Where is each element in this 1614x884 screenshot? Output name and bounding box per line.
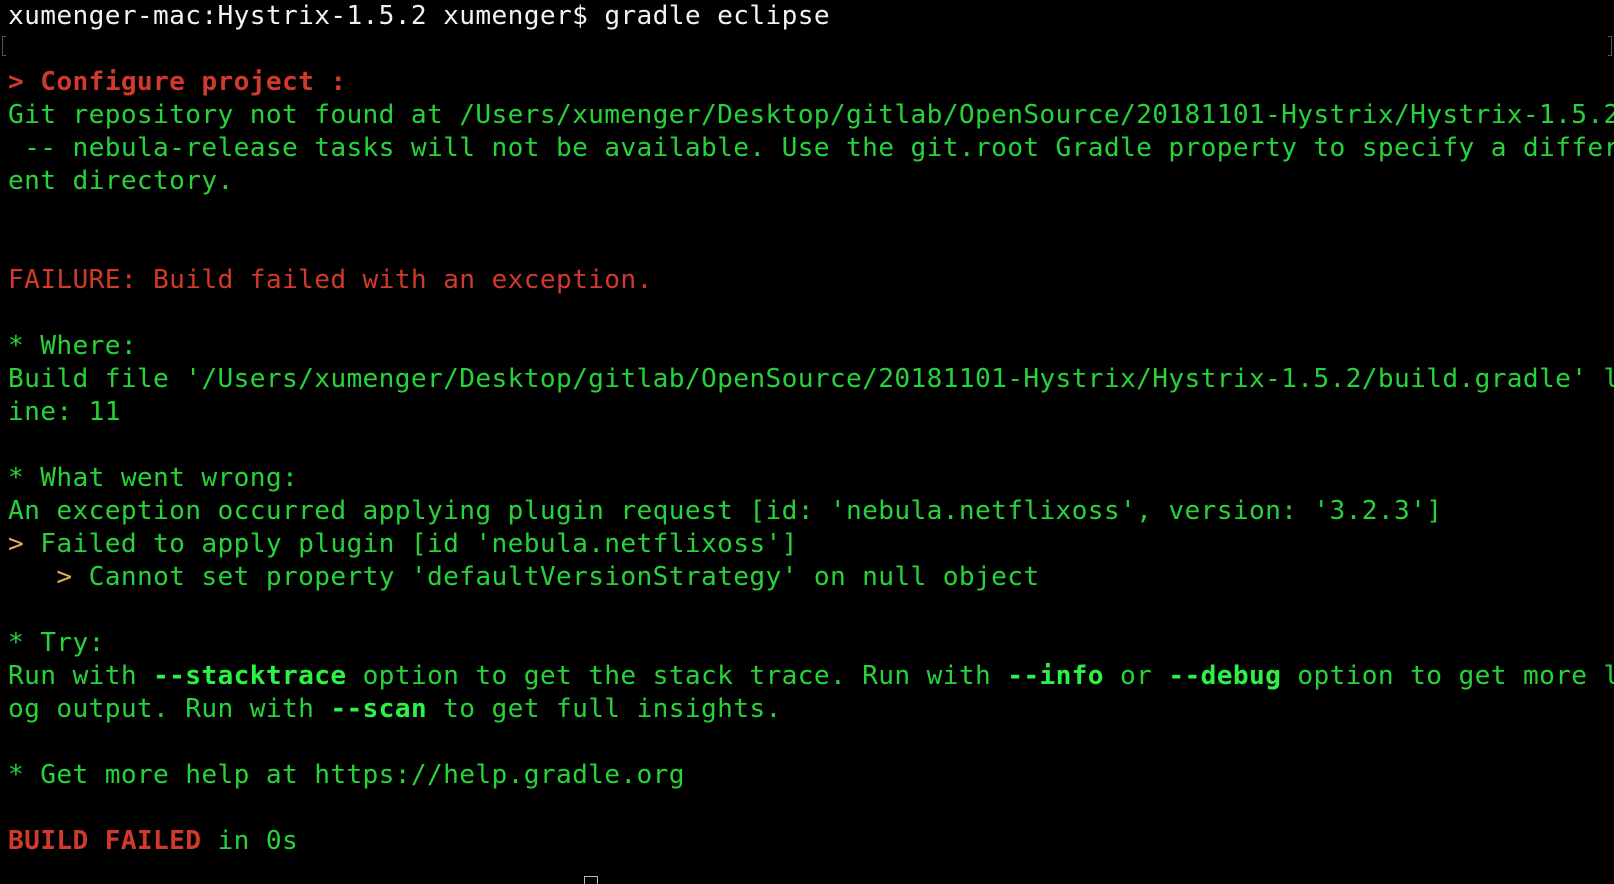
chevron-right-icon: > [8,529,25,559]
build-result-line: BUILD FAILED in 0s [8,825,1614,858]
git-warning-line-3: ent directory. [8,166,234,196]
what-went-wrong-header: * What went wrong: [8,463,299,493]
left-bracket-mark [2,36,6,56]
help-link-line: * Get more help at https://help.gradle.o… [8,760,685,790]
failure-message: FAILURE: Build failed with an exception. [8,265,653,295]
cannot-set-property-line: > Cannot set property 'defaultVersionStr… [8,561,1614,594]
build-duration: in 0s [201,826,299,856]
try-suggestion-line-2: og output. Run with --scan to get full i… [8,693,1614,726]
failed-apply-plugin-line: > Failed to apply plugin [id 'nebula.net… [8,528,1614,561]
cannot-set-property-text: Cannot set property 'defaultVersionStrat… [72,562,1040,592]
right-bracket-mark [1608,36,1612,56]
where-line-1: Build file '/Users/xumenger/Desktop/gitl… [8,364,1614,394]
try-text: option to get more l [1281,661,1614,691]
stacktrace-option: --stacktrace [153,661,347,691]
where-line-2: ine: 11 [8,397,121,427]
build-failed-label: BUILD FAILED [8,826,202,856]
shell-prompt: xumenger-mac:Hystrix-1.5.2 xumenger$ [8,1,589,31]
terminal-cursor [584,876,598,884]
exception-message: An exception occurred applying plugin re… [8,496,1443,526]
debug-option: --debug [1168,661,1282,691]
try-text: og output. Run with [8,694,331,724]
try-suggestion-line-1: Run with --stacktrace option to get the … [8,660,1614,693]
try-text: option to get the stack trace. Run with [346,661,1008,691]
command-line: xumenger-mac:Hystrix-1.5.2 xumenger$ gra… [8,0,1614,33]
git-warning-line-1: Git repository not found at /Users/xumen… [8,100,1614,130]
try-text: Run with [8,661,154,691]
git-warning-line-2: -- nebula-release tasks will not be avai… [8,133,1614,163]
where-header: * Where: [8,331,137,361]
typed-command: gradle eclipse [604,1,830,31]
terminal-window[interactable]: xumenger-mac:Hystrix-1.5.2 xumenger$ gra… [0,0,1614,884]
try-text: to get full insights. [427,694,782,724]
chevron-right-icon: > [56,562,73,592]
failed-apply-plugin-text: Failed to apply plugin [id 'nebula.netfl… [24,529,798,559]
info-option: --info [1007,661,1104,691]
scan-option: --scan [330,694,428,724]
try-text: or [1103,661,1169,691]
try-header: * Try: [8,628,105,658]
configure-project-line: > Configure project : [8,67,347,97]
